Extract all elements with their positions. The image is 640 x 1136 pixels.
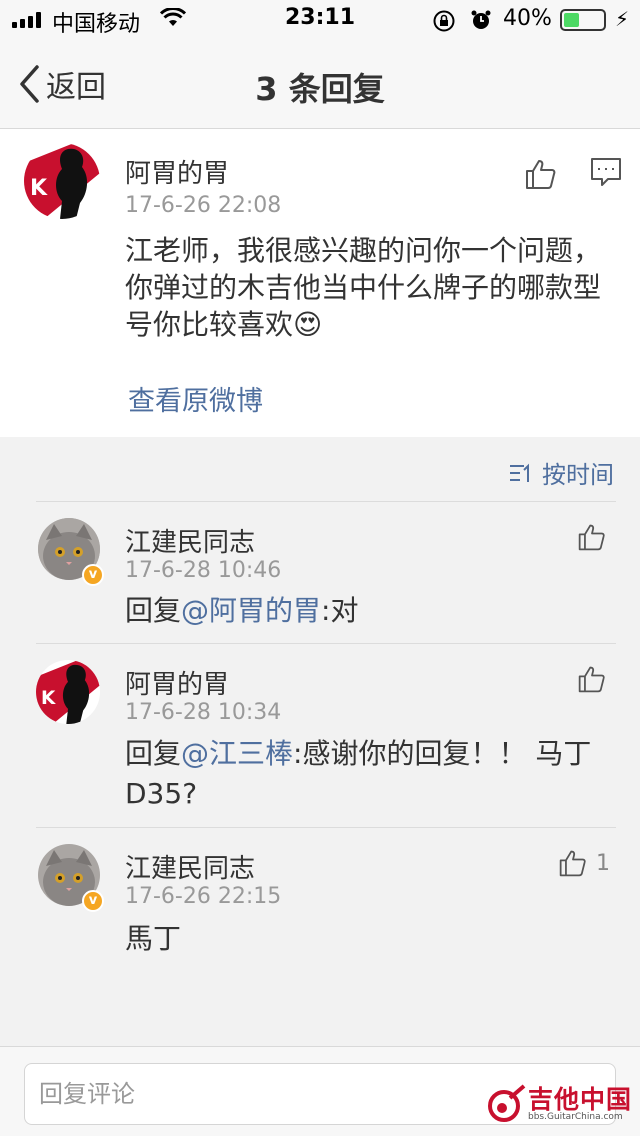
thumbs-up-icon [526,160,556,189]
reply-item: v 江建民同志 17-6-26 22:15 1 馬丁 [0,828,640,992]
navigation-bar: 返回 3 条回复 [0,40,640,129]
charging-icon: ⚡ [615,7,630,31]
verified-badge-icon: v [82,890,104,912]
verified-badge-icon: v [82,564,104,586]
battery-percent: 40% [503,6,552,31]
avatar[interactable]: K [24,143,100,219]
like-button[interactable] [577,664,607,694]
reply-item: v 江建民同志 17-6-28 10:46 回复@阿胃的胃:对 [0,502,640,643]
username[interactable]: 江建民同志 [125,522,255,559]
username[interactable]: 阿胃的胃 [125,153,229,190]
page-title: 3 条回复 [255,70,385,108]
original-comment: K 阿胃的胃 17-6-26 22:08 江老师，我很感兴趣的问你一个问题，你弹… [0,129,640,437]
avatar[interactable]: K [36,660,100,724]
reply-item: K 阿胃的胃 17-6-28 10:34 回复@江三棒:感谢你的回复！！ 马丁D… [0,644,640,827]
like-count: 1 [596,850,610,876]
sort-label: 按时间 [542,461,614,489]
watermark: 吉他中国 bbs.GuitarChina.com [486,1080,636,1130]
sort-icon [510,463,529,482]
battery-level [564,13,579,27]
reply-prefix: 回复 [125,594,182,627]
heart-eyes-emoji: 😍 [293,308,323,341]
reply-text: 回复@江三棒:感谢你的回复！！ 马丁D35? [125,734,595,814]
username[interactable]: 江建民同志 [125,848,255,885]
reply-text: 馬丁 [125,920,595,957]
status-bar: 中国移动 23:11 40% ⚡ [0,0,640,40]
guitar-logo-icon [488,1084,526,1122]
battery-icon [560,9,606,31]
reply-prefix: 回复 [125,737,182,770]
thumbs-up-icon [578,524,605,551]
comment-body: 江老师，我很感兴趣的问你一个问题，你弹过的木吉他当中什么牌子的哪款型号你比较喜欢 [125,234,602,341]
reply-text: 回复@阿胃的胃:对 [125,592,615,629]
comment-text: 江老师，我很感兴趣的问你一个问题，你弹过的木吉他当中什么牌子的哪款型号你比较喜欢… [125,232,615,343]
timestamp: 17-6-28 10:34 [125,700,282,725]
username[interactable]: 阿胃的胃 [125,664,229,701]
reply-body: :对 [321,594,359,627]
timestamp: 17-6-28 10:46 [125,558,282,583]
mention-link[interactable]: @江三棒 [181,737,293,770]
like-button[interactable] [577,522,607,552]
like-button[interactable]: 1 [558,848,610,878]
like-button[interactable] [524,157,558,191]
watermark-title: 吉他中国 [528,1085,633,1114]
comment-button[interactable] [590,157,622,191]
alarm-icon [470,9,492,37]
svg-text:K: K [41,688,56,709]
watermark-url: bbs.GuitarChina.com [528,1112,623,1122]
mention-link[interactable]: @阿胃的胃 [181,594,321,627]
reply-body: 馬丁 [125,922,182,955]
view-original-link[interactable]: 查看原微博 [128,379,263,418]
comment-icon [591,158,621,186]
sort-button[interactable]: 按时间 [508,455,614,490]
timestamp: 17-6-26 22:08 [125,193,282,218]
thumbs-up-icon [559,850,586,877]
thumbs-up-icon [578,666,605,693]
orientation-lock-icon [432,10,456,38]
svg-text:K: K [30,176,48,201]
timestamp: 17-6-26 22:15 [125,884,282,909]
